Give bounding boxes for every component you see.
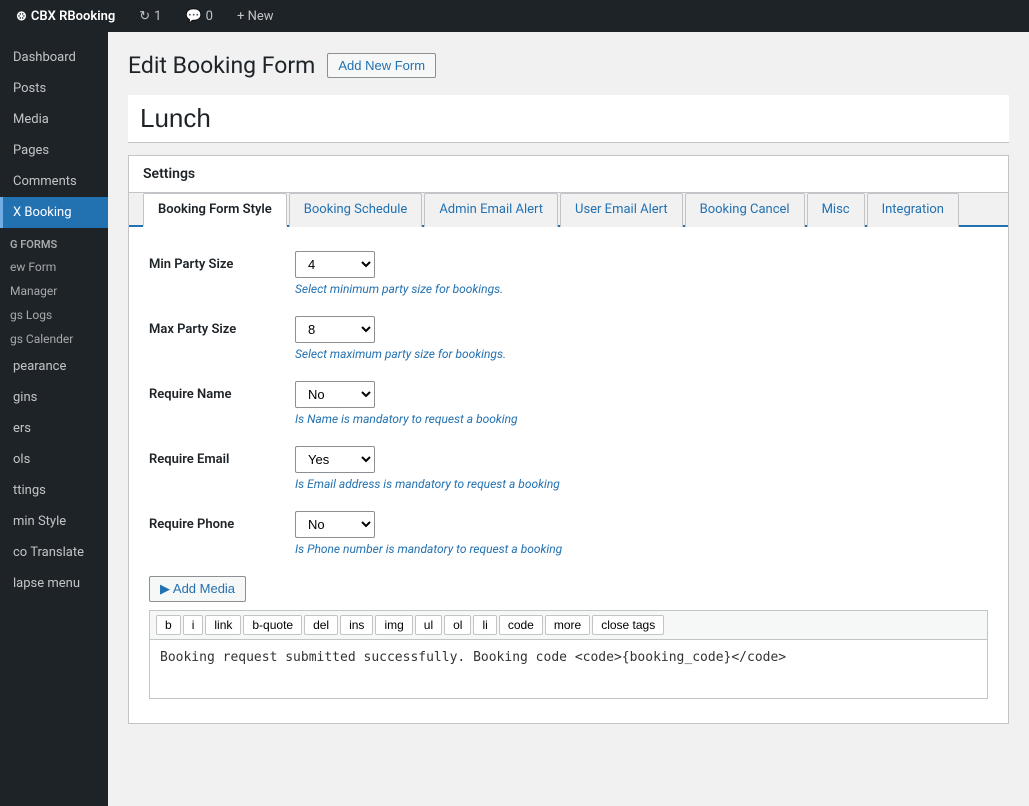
sidebar-item-posts[interactable]: Posts	[0, 73, 108, 104]
add-new-form-button[interactable]: Add New Form	[327, 53, 436, 78]
admin-bar-updates[interactable]: ↻ 1	[133, 9, 167, 24]
form-row-require-email: Require Email NoYes Is Email address is ma…	[149, 446, 988, 491]
field-wrap-max-party-size: 12345678910 Select maximum party size for…	[295, 316, 988, 361]
sidebar-item-loco-translate[interactable]: co Translate	[0, 537, 108, 568]
cbx-booking-label: X Booking	[13, 205, 72, 220]
field-wrap-require-email: NoYes Is Email address is mandatory to re…	[295, 446, 988, 491]
page-title: Edit Booking Form	[128, 52, 315, 79]
admin-bar-site[interactable]: ⊛ CBX RBooking	[10, 9, 121, 24]
toolbar-btn-more[interactable]: more	[545, 615, 590, 635]
editor-toolbar: bilinkb-quotedelinsimgulollicodemoreclos…	[149, 610, 988, 639]
select-min-party-size[interactable]: 12345678910	[295, 251, 375, 278]
form-row-require-phone: Require Phone NoYes Is Phone number is man…	[149, 511, 988, 556]
sidebar-item-pages[interactable]: Pages	[0, 135, 108, 166]
settings-panel: Settings Booking Form StyleBooking Sched…	[128, 155, 1009, 724]
tab-integration[interactable]: Integration	[867, 193, 959, 227]
toolbar-btn-link[interactable]: link	[205, 615, 241, 635]
toolbar-btn-close-tags[interactable]: close tags	[592, 615, 664, 635]
toolbar-btn-b-quote[interactable]: b-quote	[243, 615, 302, 635]
tab-misc[interactable]: Misc	[807, 193, 865, 227]
field-hint-min-party-size: Select minimum party size for bookings.	[295, 282, 988, 296]
sidebar-item-tools[interactable]: ols	[0, 444, 108, 475]
tab-booking-cancel[interactable]: Booking Cancel	[685, 193, 805, 227]
toolbar-btn-ol[interactable]: ol	[444, 615, 471, 635]
form-row-max-party-size: Max Party Size 12345678910 Select maximum …	[149, 316, 988, 361]
sidebar-item-gs-logs[interactable]: gs Logs	[0, 303, 108, 327]
tab-content: Min Party Size 12345678910 Select minimum …	[129, 227, 1008, 723]
toolbar-btn-i[interactable]: i	[183, 615, 204, 635]
sidebar-item-cbx-booking[interactable]: X Booking	[0, 197, 108, 228]
tab-admin-email-alert[interactable]: Admin Email Alert	[424, 193, 558, 227]
toolbar-btn-code[interactable]: code	[499, 615, 543, 635]
sidebar-item-users[interactable]: ers	[0, 413, 108, 444]
field-hint-require-email: Is Email address is mandatory to request…	[295, 477, 988, 491]
select-require-email[interactable]: NoYes	[295, 446, 375, 473]
title-divider	[128, 142, 1009, 143]
form-row-require-name: Require Name NoYes Is Name is mandatory to…	[149, 381, 988, 426]
comments-label: Comments	[13, 174, 77, 189]
sidebar: Dashboard Posts Media Pages Comments X B…	[0, 32, 108, 806]
sidebar-item-settings[interactable]: ttings	[0, 475, 108, 506]
page-header: Edit Booking Form Add New Form	[128, 52, 1009, 79]
toolbar-btn-ins[interactable]: ins	[340, 615, 373, 635]
select-require-phone[interactable]: NoYes	[295, 511, 375, 538]
sidebar-item-new-form[interactable]: ew Form	[0, 255, 108, 279]
field-hint-max-party-size: Select maximum party size for bookings.	[295, 347, 988, 361]
pages-label: Pages	[13, 143, 49, 158]
main-content: Edit Booking Form Add New Form Settings …	[108, 32, 1029, 806]
sidebar-item-media[interactable]: Media	[0, 104, 108, 135]
wp-icon: ⊛	[16, 9, 27, 24]
sidebar-item-appearance[interactable]: pearance	[0, 351, 108, 382]
editor-area[interactable]: Booking request submitted successfully. …	[149, 639, 988, 699]
form-row-min-party-size: Min Party Size 12345678910 Select minimum …	[149, 251, 988, 296]
form-title-wrap	[128, 95, 1009, 142]
comments-icon: 💬	[185, 9, 201, 24]
sidebar-section-booking-forms: g Forms	[0, 228, 108, 255]
tab-booking-schedule[interactable]: Booking Schedule	[289, 193, 423, 227]
field-label-min-party-size: Min Party Size	[149, 251, 279, 272]
sidebar-item-collapse-menu[interactable]: lapse menu	[0, 568, 108, 599]
toolbar-btn-ul[interactable]: ul	[415, 615, 442, 635]
toolbar-btn-li[interactable]: li	[473, 615, 496, 635]
media-label: Media	[13, 112, 49, 127]
tabs-bar: Booking Form StyleBooking ScheduleAdmin …	[129, 193, 1008, 227]
toolbar-btn-img[interactable]: img	[375, 615, 412, 635]
select-max-party-size[interactable]: 12345678910	[295, 316, 375, 343]
posts-label: Posts	[13, 81, 46, 96]
tab-booking-form-style[interactable]: Booking Form Style	[143, 193, 287, 227]
field-hint-require-name: Is Name is mandatory to request a bookin…	[295, 412, 988, 426]
field-wrap-require-name: NoYes Is Name is mandatory to request a b…	[295, 381, 988, 426]
select-require-name[interactable]: NoYes	[295, 381, 375, 408]
field-wrap-require-phone: NoYes Is Phone number is mandatory to req…	[295, 511, 988, 556]
toolbar-btn-del[interactable]: del	[304, 615, 338, 635]
sidebar-item-manager[interactable]: Manager	[0, 279, 108, 303]
sidebar-item-comments[interactable]: Comments	[0, 166, 108, 197]
dashboard-label: Dashboard	[13, 50, 76, 65]
layout: Dashboard Posts Media Pages Comments X B…	[0, 32, 1029, 806]
sidebar-item-dashboard[interactable]: Dashboard	[0, 42, 108, 73]
sidebar-item-gs-calendar[interactable]: gs Calender	[0, 327, 108, 351]
tab-user-email-alert[interactable]: User Email Alert	[560, 193, 683, 227]
add-media-button[interactable]: ▶ Add Media	[149, 576, 246, 602]
settings-header: Settings	[129, 156, 1008, 193]
field-label-require-phone: Require Phone	[149, 511, 279, 532]
field-hint-require-phone: Is Phone number is mandatory to request …	[295, 542, 988, 556]
editor-section: ▶ Add Mediabilinkb-quotedelinsimgulollic…	[149, 576, 988, 699]
field-label-require-name: Require Name	[149, 381, 279, 402]
sidebar-item-plugins[interactable]: gins	[0, 382, 108, 413]
admin-bar: ⊛ CBX RBooking ↻ 1 💬 0 + New	[0, 0, 1029, 32]
updates-icon: ↻	[139, 9, 150, 24]
admin-bar-comments[interactable]: 💬 0	[179, 9, 219, 24]
sidebar-item-admin-style[interactable]: min Style	[0, 506, 108, 537]
admin-bar-new[interactable]: + New	[231, 9, 280, 24]
field-label-max-party-size: Max Party Size	[149, 316, 279, 337]
toolbar-btn-b[interactable]: b	[156, 615, 181, 635]
form-title-input[interactable]	[140, 103, 997, 134]
field-label-require-email: Require Email	[149, 446, 279, 467]
field-wrap-min-party-size: 12345678910 Select minimum party size for…	[295, 251, 988, 296]
